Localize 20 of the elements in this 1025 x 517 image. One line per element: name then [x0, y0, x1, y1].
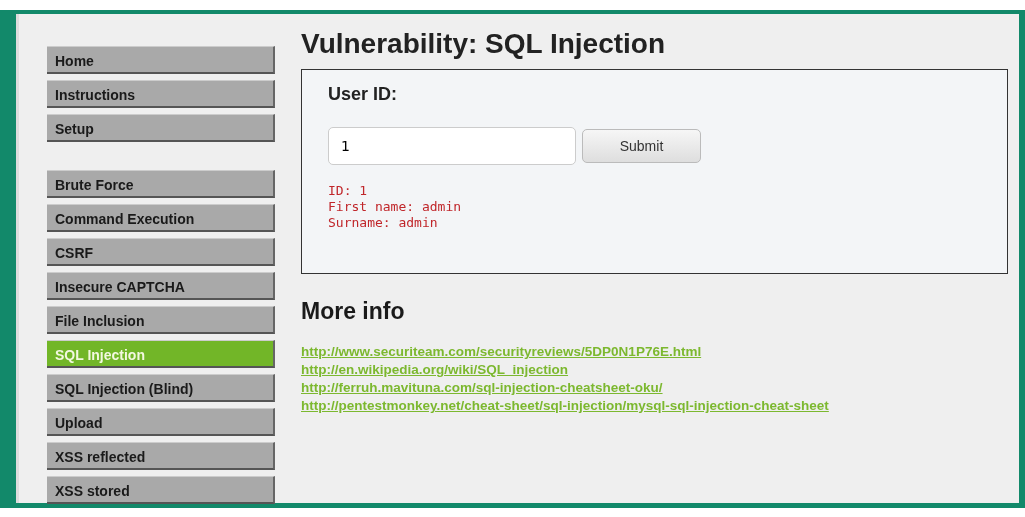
- submit-button[interactable]: Submit: [582, 129, 701, 163]
- result-text: First name: admin: [328, 199, 463, 215]
- section-heading: More info: [301, 298, 406, 325]
- user-id-field[interactable]: 1: [328, 127, 576, 165]
- user-id-label: User ID:: [328, 84, 399, 105]
- nav-item[interactable]: Insecure CAPTCHA: [47, 272, 275, 300]
- page-title: Vulnerability: SQL Injection: [301, 28, 667, 60]
- result-text: ID: 1: [328, 183, 369, 199]
- nav-item[interactable]: Instructions: [47, 80, 275, 108]
- nav-item[interactable]: XSS stored: [47, 476, 275, 504]
- nav-item[interactable]: Brute Force: [47, 170, 275, 198]
- result-text: Surname: admin: [328, 215, 439, 231]
- nav-item[interactable]: XSS reflected: [47, 442, 275, 470]
- nav-item[interactable]: SQL Injection (Blind): [47, 374, 275, 402]
- nav-item[interactable]: File Inclusion: [47, 306, 275, 334]
- nav-item[interactable]: Command Execution: [47, 204, 275, 232]
- nav-item[interactable]: Home: [47, 46, 275, 74]
- nav-item[interactable]: CSRF: [47, 238, 275, 266]
- nav-item[interactable]: Setup: [47, 114, 275, 142]
- nav-item[interactable]: Upload: [47, 408, 275, 436]
